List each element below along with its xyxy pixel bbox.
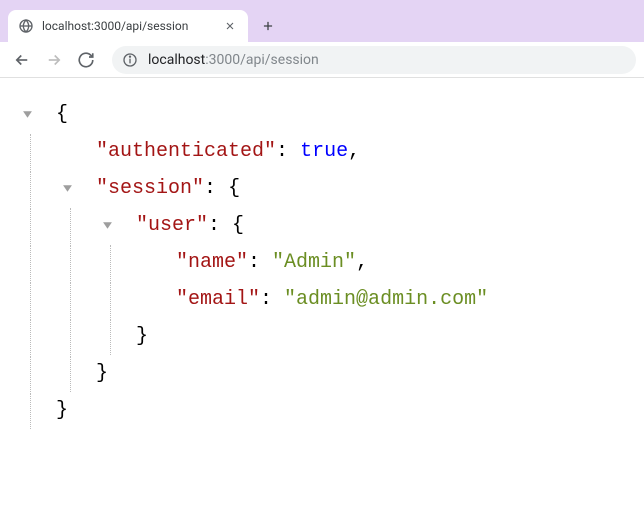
json-key-name: "name" <box>176 244 248 281</box>
tab-strip: localhost:3000/api/session <box>0 8 644 42</box>
forward-button[interactable] <box>40 46 68 74</box>
json-viewer: { "authenticated": true, "session": { "u… <box>0 78 644 447</box>
back-button[interactable] <box>8 46 36 74</box>
json-value-authenticated: true <box>300 133 348 170</box>
brace-close: } <box>136 318 148 355</box>
site-info-icon[interactable] <box>122 52 138 68</box>
globe-icon <box>18 18 34 34</box>
reload-button[interactable] <box>72 46 100 74</box>
close-tab-icon[interactable] <box>222 18 238 34</box>
brace-close: } <box>56 392 68 429</box>
toolbar: localhost:3000/api/session <box>0 42 644 78</box>
url-text: localhost:3000/api/session <box>148 52 319 68</box>
collapse-toggle-root[interactable] <box>16 97 56 133</box>
json-key-authenticated: "authenticated" <box>96 133 276 170</box>
json-key-user: "user" <box>136 207 208 244</box>
brace-close: } <box>96 355 108 392</box>
json-value-email: "admin@admin.com" <box>284 281 488 318</box>
brace-open: { <box>56 96 68 133</box>
address-bar[interactable]: localhost:3000/api/session <box>112 46 636 74</box>
browser-tab[interactable]: localhost:3000/api/session <box>8 10 248 42</box>
collapse-toggle-user[interactable] <box>96 208 136 244</box>
json-key-email: "email" <box>176 281 260 318</box>
json-key-session: "session" <box>96 170 204 207</box>
collapse-toggle-session[interactable] <box>56 171 96 207</box>
tab-title: localhost:3000/api/session <box>42 19 214 33</box>
new-tab-button[interactable] <box>254 12 282 40</box>
json-value-name: "Admin" <box>272 244 356 281</box>
